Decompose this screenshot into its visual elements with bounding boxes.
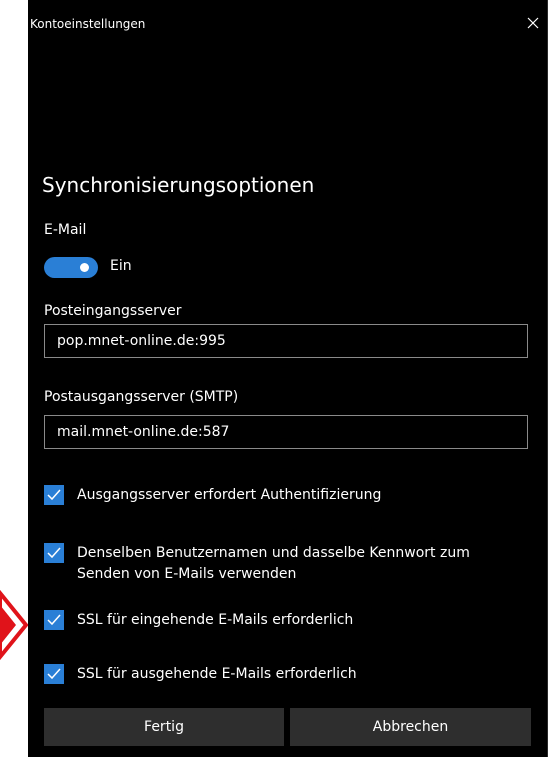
- toggle-state-label: Ein: [110, 258, 132, 274]
- page-title: Synchronisierungsoptionen: [42, 173, 315, 197]
- annotation-arrow-marker: [0, 585, 30, 665]
- outgoing-server-label: Postausgangsserver (SMTP): [44, 389, 239, 405]
- account-settings-dialog: Kontoeinstellungen Synchronisierungsopti…: [28, 0, 548, 757]
- incoming-server-label: Posteingangsserver: [44, 303, 182, 319]
- email-toggle[interactable]: [44, 257, 98, 278]
- checkbox-checked-icon: [44, 543, 64, 563]
- title-bar: Kontoeinstellungen: [28, 0, 548, 50]
- incoming-server-input[interactable]: [44, 324, 528, 358]
- checkbox-label: SSL für ausgehende E-Mails erforderlich: [77, 666, 357, 682]
- cancel-button[interactable]: Abbrechen: [290, 708, 531, 746]
- checkbox-outgoing-auth[interactable]: Ausgangsserver erfordert Authentifizieru…: [44, 485, 528, 507]
- toggle-knob: [80, 263, 89, 272]
- checkbox-ssl-incoming[interactable]: SSL für eingehende E-Mails erforderlich: [44, 610, 528, 632]
- checkbox-checked-icon: [44, 610, 64, 630]
- close-icon[interactable]: [524, 14, 542, 32]
- checkbox-checked-icon: [44, 664, 64, 684]
- checkbox-label: Ausgangsserver erfordert Authentifizieru…: [77, 487, 382, 503]
- checkbox-ssl-outgoing[interactable]: SSL für ausgehende E-Mails erforderlich: [44, 664, 528, 686]
- checkbox-label: SSL für eingehende E-Mails erforderlich: [77, 612, 354, 628]
- checkbox-same-credentials[interactable]: Denselben Benutzernamen und dasselbe Ken…: [44, 543, 528, 587]
- email-label: E-Mail: [44, 222, 87, 238]
- checkbox-checked-icon: [44, 485, 64, 505]
- checkbox-label-line-2: Senden von E-Mails verwenden: [77, 566, 297, 582]
- done-button[interactable]: Fertig: [44, 708, 284, 746]
- outgoing-server-input[interactable]: [44, 415, 528, 449]
- window-title: Kontoeinstellungen: [30, 17, 146, 31]
- checkbox-label-line-1: Denselben Benutzernamen und dasselbe Ken…: [77, 545, 470, 561]
